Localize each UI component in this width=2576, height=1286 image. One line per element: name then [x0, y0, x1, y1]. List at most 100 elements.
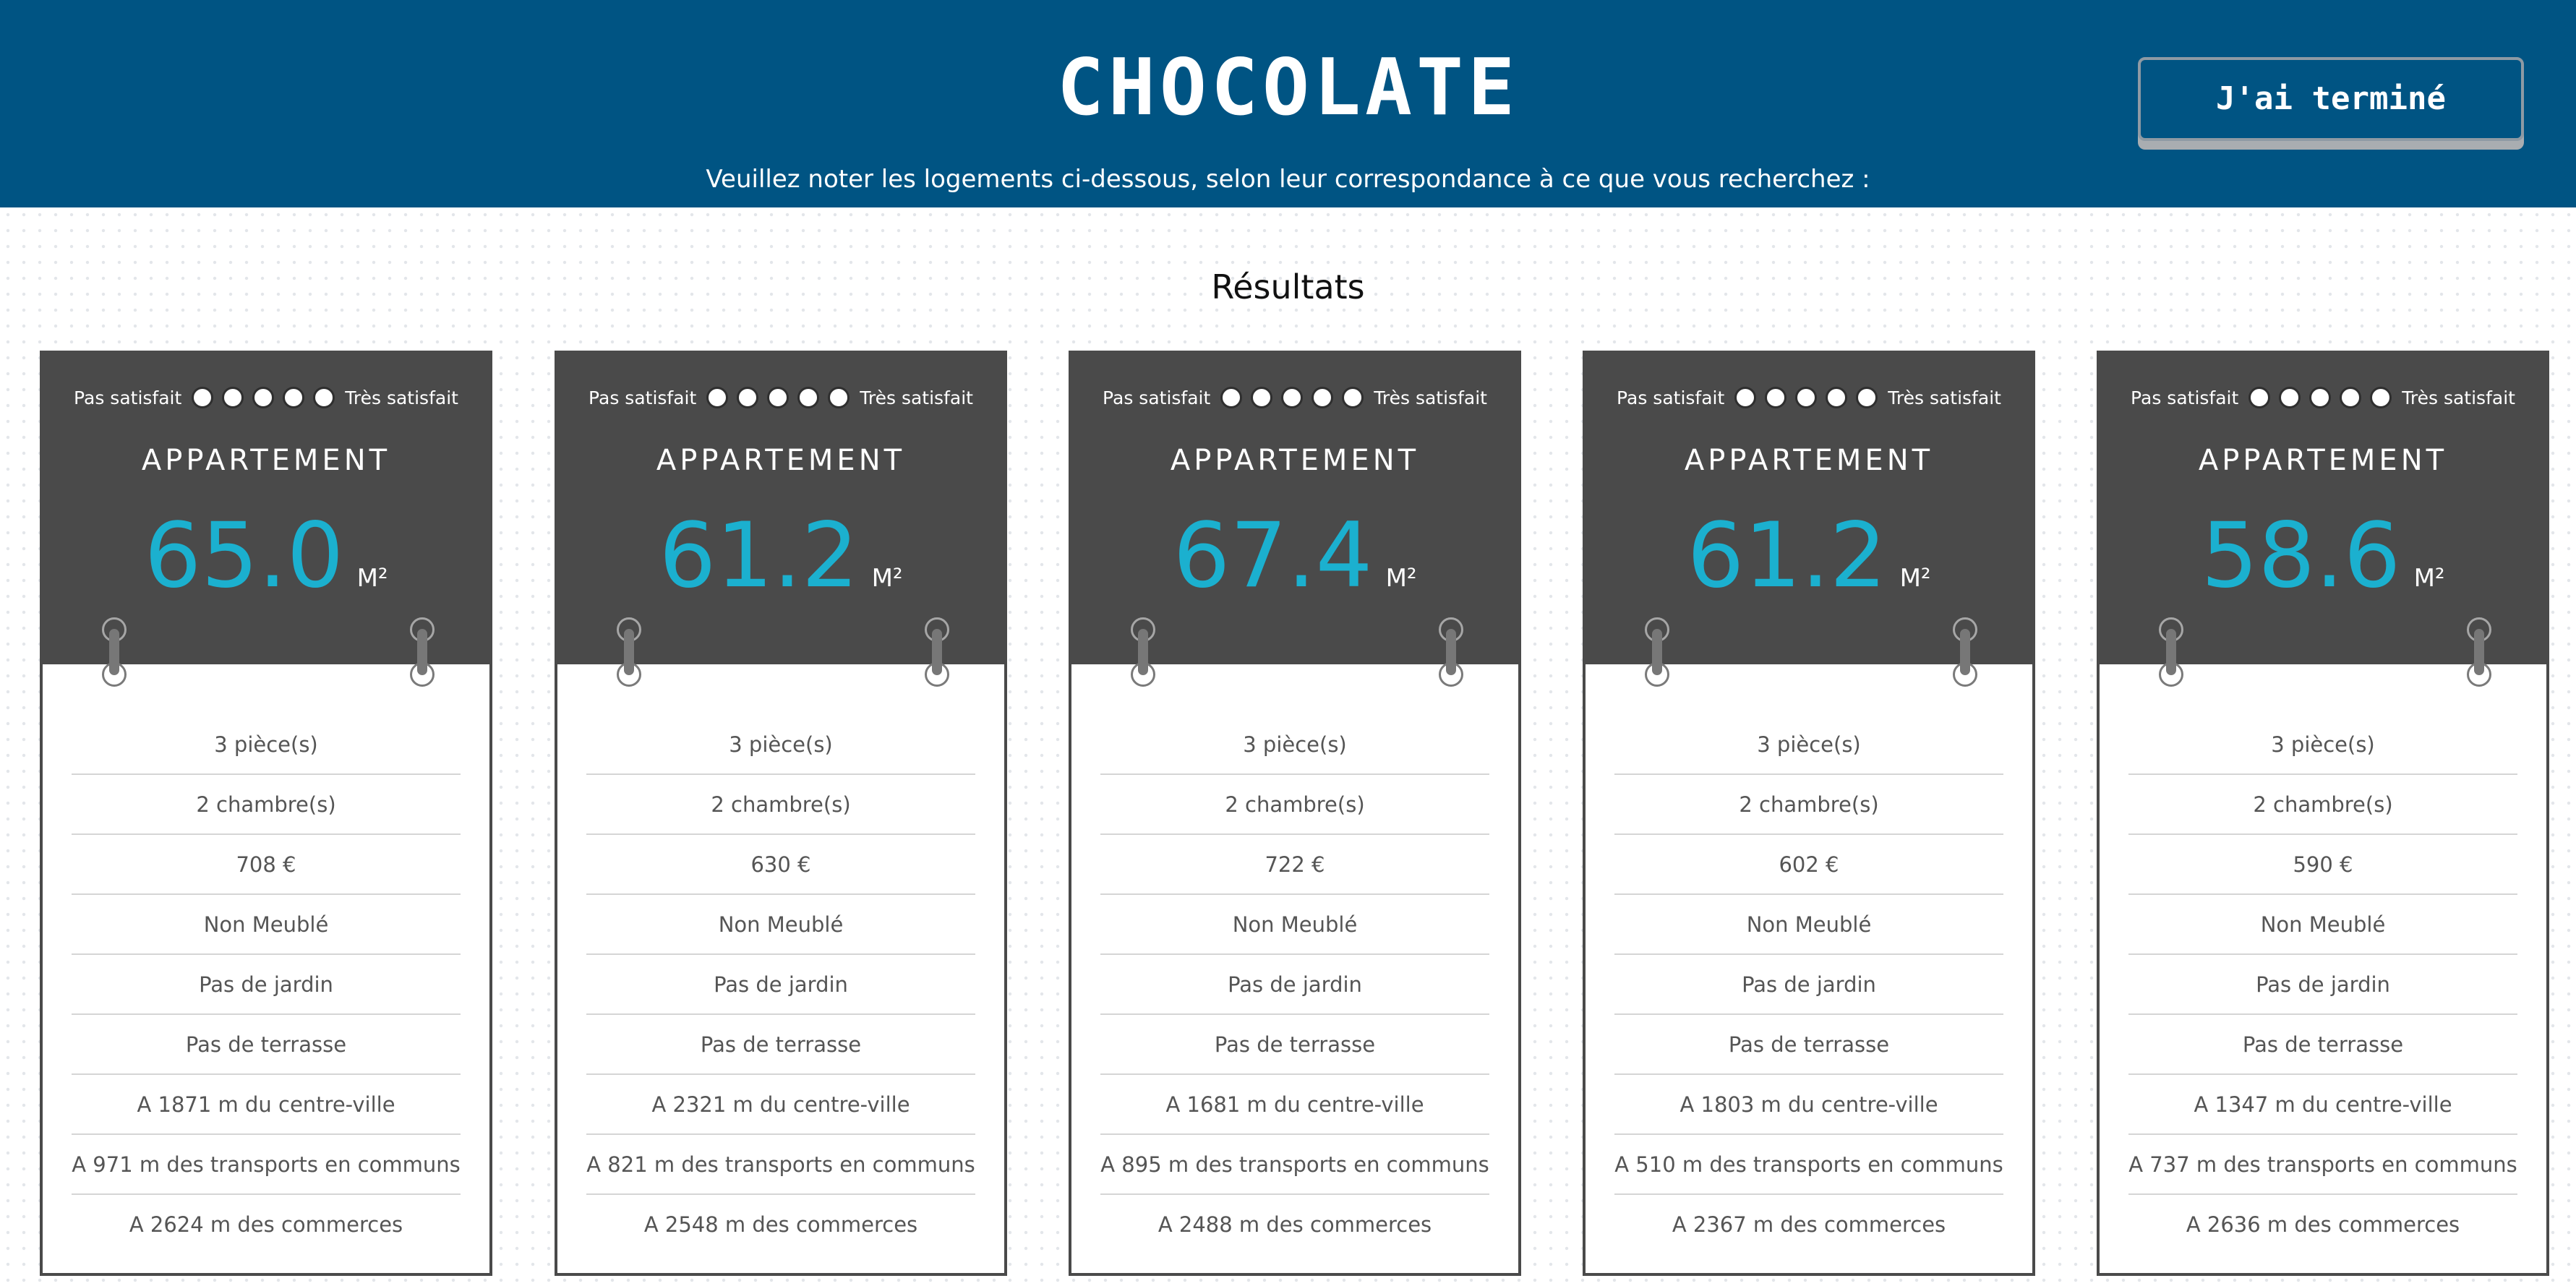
- rating-option-2[interactable]: [222, 387, 244, 408]
- feature-city-center-distance: A 1871 m du centre-ville: [72, 1075, 461, 1135]
- rating-option-4[interactable]: [283, 387, 305, 408]
- property-card: Pas satisfait Très satisfait APPARTEMENT…: [1583, 351, 2035, 1276]
- feature-furnished: Non Meublé: [1100, 895, 1489, 955]
- feature-transport-distance: A 821 m des transports en communs: [586, 1135, 975, 1195]
- rating-option-1[interactable]: [2248, 387, 2271, 408]
- feature-garden: Pas de jardin: [2128, 955, 2517, 1015]
- rating-option-3[interactable]: [1281, 387, 1304, 408]
- binder-ring-icon: [2159, 617, 2183, 687]
- feature-transport-distance: A 737 m des transports en communs: [2128, 1135, 2517, 1195]
- area-value: 65.0: [144, 504, 344, 608]
- feature-bedrooms: 2 chambre(s): [2128, 775, 2517, 835]
- feature-garden: Pas de jardin: [1614, 955, 2003, 1015]
- rating-high-label: Très satisfait: [2402, 387, 2515, 408]
- feature-furnished: Non Meublé: [1614, 895, 2003, 955]
- area-unit: M²: [871, 564, 903, 593]
- feature-furnished: Non Meublé: [2128, 895, 2517, 955]
- area-value: 67.4: [1173, 504, 1373, 608]
- rating-high-label: Très satisfait: [1374, 387, 1487, 408]
- property-card: Pas satisfait Très satisfait APPARTEMENT…: [2097, 351, 2549, 1276]
- property-card: Pas satisfait Très satisfait APPARTEMENT…: [1069, 351, 1521, 1276]
- feature-terrace: Pas de terrasse: [2128, 1015, 2517, 1075]
- rating-option-3[interactable]: [252, 387, 275, 408]
- rating-option-4[interactable]: [1826, 387, 1848, 408]
- feature-city-center-distance: A 1803 m du centre-ville: [1614, 1075, 2003, 1135]
- rating-option-2[interactable]: [2279, 387, 2301, 408]
- feature-shops-distance: A 2488 m des commerces: [1158, 1212, 1432, 1237]
- rating-option-3[interactable]: [767, 387, 790, 408]
- feature-furnished: Non Meublé: [72, 895, 461, 955]
- rating-low-label: Pas satisfait: [74, 387, 182, 408]
- feature-terrace: Pas de terrasse: [1614, 1015, 2003, 1075]
- binder-ring-icon: [1439, 617, 1463, 687]
- feature-price: 722 €: [1100, 835, 1489, 895]
- feature-city-center-distance: A 2321 m du centre-ville: [586, 1075, 975, 1135]
- rating-option-3[interactable]: [1795, 387, 1818, 408]
- property-type: APPARTEMENT: [141, 444, 391, 477]
- feature-garden: Pas de jardin: [586, 955, 975, 1015]
- rating-option-4[interactable]: [797, 387, 820, 408]
- feature-city-center-distance: A 1347 m du centre-ville: [2128, 1075, 2517, 1135]
- binder-ring-icon: [410, 617, 435, 687]
- area-unit: M²: [356, 564, 388, 593]
- feature-list: 3 pièce(s) 2 chambre(s) 602 € Non Meublé…: [1614, 715, 2003, 1255]
- feature-bedrooms: 2 chambre(s): [586, 775, 975, 835]
- header-bar: CHOCOLATE Veuillez noter les logements c…: [0, 0, 2576, 207]
- feature-transport-distance: A 971 m des transports en communs: [72, 1135, 461, 1195]
- binder-ring-icon: [1131, 617, 1155, 687]
- area-display: 65.0 M²: [43, 509, 489, 603]
- rating-option-2[interactable]: [737, 387, 759, 408]
- rating-option-5[interactable]: [1856, 387, 1878, 408]
- feature-rooms: 3 pièce(s): [586, 715, 975, 775]
- binder-ring-icon: [617, 617, 641, 687]
- rating-high-label: Très satisfait: [1888, 387, 2001, 408]
- rating-option-5[interactable]: [313, 387, 335, 408]
- rating-low-label: Pas satisfait: [1103, 387, 1211, 408]
- feature-rooms: 3 pièce(s): [1100, 715, 1489, 775]
- rating-scale: Pas satisfait Très satisfait: [2100, 380, 2546, 416]
- property-type: APPARTEMENT: [656, 444, 906, 477]
- feature-transport-distance: A 895 m des transports en communs: [1100, 1135, 1489, 1195]
- area-value: 61.2: [659, 504, 859, 608]
- feature-furnished: Non Meublé: [586, 895, 975, 955]
- rating-scale: Pas satisfait Très satisfait: [1071, 380, 1518, 416]
- area-display: 67.4 M²: [1071, 509, 1518, 603]
- feature-shops-distance: A 2624 m des commerces: [129, 1212, 403, 1237]
- rating-option-4[interactable]: [2340, 387, 2362, 408]
- instructions-text: Veuillez noter les logements ci-dessous,…: [706, 165, 1870, 194]
- rating-low-label: Pas satisfait: [1617, 387, 1725, 408]
- area-unit: M²: [1899, 564, 1931, 593]
- rating-option-2[interactable]: [1251, 387, 1273, 408]
- feature-price: 708 €: [72, 835, 461, 895]
- rating-option-1[interactable]: [1220, 387, 1243, 408]
- rating-option-1[interactable]: [706, 387, 729, 408]
- binder-ring-icon: [925, 617, 949, 687]
- results-heading: Résultats: [1211, 267, 1365, 307]
- rating-option-1[interactable]: [1734, 387, 1757, 408]
- feature-transport-distance: A 510 m des transports en communs: [1614, 1135, 2003, 1195]
- rating-option-5[interactable]: [2370, 387, 2392, 408]
- feature-list: 3 pièce(s) 2 chambre(s) 630 € Non Meublé…: [586, 715, 975, 1255]
- rating-option-3[interactable]: [2309, 387, 2332, 408]
- feature-shops-distance: A 2636 m des commerces: [2186, 1212, 2460, 1237]
- rating-low-label: Pas satisfait: [2131, 387, 2239, 408]
- feature-price: 602 €: [1614, 835, 2003, 895]
- rating-option-5[interactable]: [828, 387, 850, 408]
- done-button[interactable]: J'ai terminé: [2138, 57, 2524, 141]
- rating-scale: Pas satisfait Très satisfait: [43, 380, 489, 416]
- feature-garden: Pas de jardin: [1100, 955, 1489, 1015]
- rating-option-2[interactable]: [1765, 387, 1787, 408]
- binder-ring-icon: [1953, 617, 1977, 687]
- rating-option-5[interactable]: [1342, 387, 1364, 408]
- area-value: 61.2: [1687, 504, 1887, 608]
- area-unit: M²: [2413, 564, 2445, 593]
- property-card: Pas satisfait Très satisfait APPARTEMENT…: [40, 351, 492, 1276]
- binder-ring-icon: [2467, 617, 2491, 687]
- rating-option-4[interactable]: [1311, 387, 1334, 408]
- area-display: 58.6 M²: [2100, 509, 2546, 603]
- property-type: APPARTEMENT: [1170, 444, 1420, 477]
- feature-list: 3 pièce(s) 2 chambre(s) 708 € Non Meublé…: [72, 715, 461, 1255]
- feature-bedrooms: 2 chambre(s): [1614, 775, 2003, 835]
- rating-high-label: Très satisfait: [345, 387, 458, 408]
- rating-option-1[interactable]: [192, 387, 214, 408]
